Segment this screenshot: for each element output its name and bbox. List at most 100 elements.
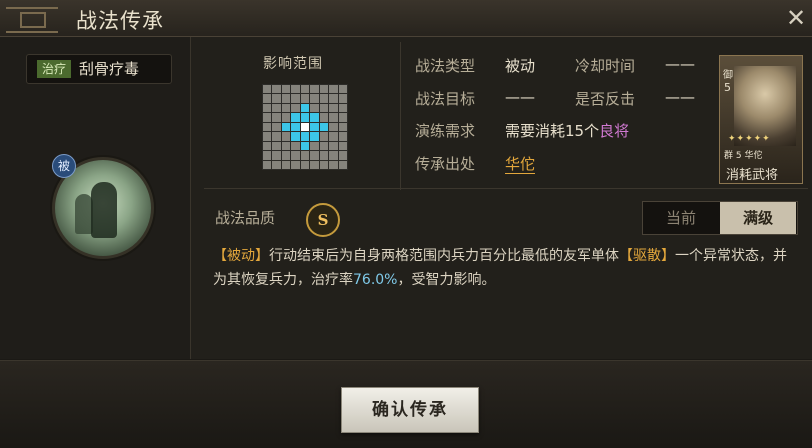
range-cell [310,160,319,169]
range-cell-hit [319,122,329,132]
range-cell [338,113,347,122]
left-panel: 治疗 刮骨疗毒 被 [0,37,191,359]
range-cell [329,151,338,160]
source-label: 传承出处 [415,155,476,173]
counter-value: —— [665,88,695,106]
range-cell [281,103,291,113]
require-value: 需要消耗15个良将 [505,120,629,141]
desc-passive-tag: 【被动】 [213,248,269,264]
range-cell [291,94,300,103]
level-toggle: 当前 满级 [642,201,798,235]
range-cell [338,122,347,132]
source-link[interactable]: 华佗 [505,155,536,174]
desc-dispel-tag: 【驱散】 [619,248,675,264]
hero-card[interactable]: 御 5 ✦✦✦✦✦ 群 5 华佗 消耗武将 [719,55,803,184]
range-cell [272,141,281,151]
range-cell [329,85,338,94]
range-cell [329,94,338,103]
range-label: 影响范围 [263,56,323,72]
range-cell [310,151,319,160]
range-cell [329,103,338,113]
counter-label: 是否反击 [575,90,636,108]
range-cell [300,94,310,103]
require-count: 15个 [565,122,600,140]
hero-cost: 5 [724,81,731,94]
range-cell [310,141,319,151]
range-cell [310,94,319,103]
type-value: 被动 [505,57,536,75]
range-cell [281,94,291,103]
require-item: 良将 [599,122,630,140]
require-prefix: 需要消耗 [505,122,566,140]
require-label: 演练需求 [415,122,476,140]
range-cell [319,141,329,151]
skill-figure-front [91,182,117,238]
range-cell-hit [310,132,319,141]
range-cell [263,160,272,169]
range-cell [310,85,319,94]
range-cell [263,94,272,103]
range-cell [329,141,338,151]
range-cell-hit [300,132,310,141]
desc-heal-rate: 76.0% [353,272,398,288]
range-cell [272,151,281,160]
range-cell [291,103,300,113]
range-cell [329,122,338,132]
range-cell [281,113,291,122]
title-bar: 战法传承 ✕ [0,0,812,37]
range-cell-hit [300,103,310,113]
close-icon[interactable]: ✕ [786,4,806,32]
range-cell [319,94,329,103]
range-cell [263,122,272,132]
range-cell [338,160,347,169]
target-label: 战法目标 [415,90,476,108]
range-cell [272,113,281,122]
range-cell [338,103,347,113]
range-cell-hit [291,113,300,122]
hero-caption: 消耗武将 [726,168,779,183]
range-cell [310,103,319,113]
passive-badge-icon: 被 [52,154,76,178]
range-cell [329,160,338,169]
range-cell [263,103,272,113]
range-cell-hit [291,132,300,141]
range-cell-hit [300,141,310,151]
range-cell [300,151,310,160]
range-cell [338,94,347,103]
horizontal-divider [204,188,808,189]
range-cell [281,85,291,94]
target-value: —— [505,88,535,106]
range-cell-hit [300,113,310,122]
toggle-current-button[interactable]: 当前 [643,202,719,234]
range-cell [291,151,300,160]
range-cell [272,103,281,113]
window-title: 战法传承 [76,9,164,33]
type-label: 战法类型 [415,57,476,75]
range-cell [272,94,281,103]
range-cell-hit [310,113,319,122]
range-cell [281,151,291,160]
range-cell [319,151,329,160]
skill-category-badge: 治疗 [37,60,71,78]
range-cell [319,160,329,169]
title-ornament-icon [6,7,58,33]
range-cell [338,132,347,141]
range-cell [272,132,281,141]
toggle-max-button[interactable]: 满级 [720,202,796,234]
cooldown-label: 冷却时间 [575,57,636,75]
range-grid [262,84,348,170]
range-cell [281,160,291,169]
skill-name: 刮骨疗毒 [79,60,140,78]
range-cell [281,141,291,151]
range-cell [300,85,310,94]
range-cell [338,85,347,94]
skill-name-tag: 治疗 刮骨疗毒 [26,54,172,84]
vertical-divider [400,42,401,190]
source-value: 华佗 [505,153,536,174]
range-cell-hit [310,122,319,132]
range-cell [263,85,272,94]
confirm-inherit-button[interactable]: 确认传承 [341,387,479,433]
hero-camp: 御 [723,70,733,81]
range-cell-hit [281,122,291,132]
range-cell [272,85,281,94]
